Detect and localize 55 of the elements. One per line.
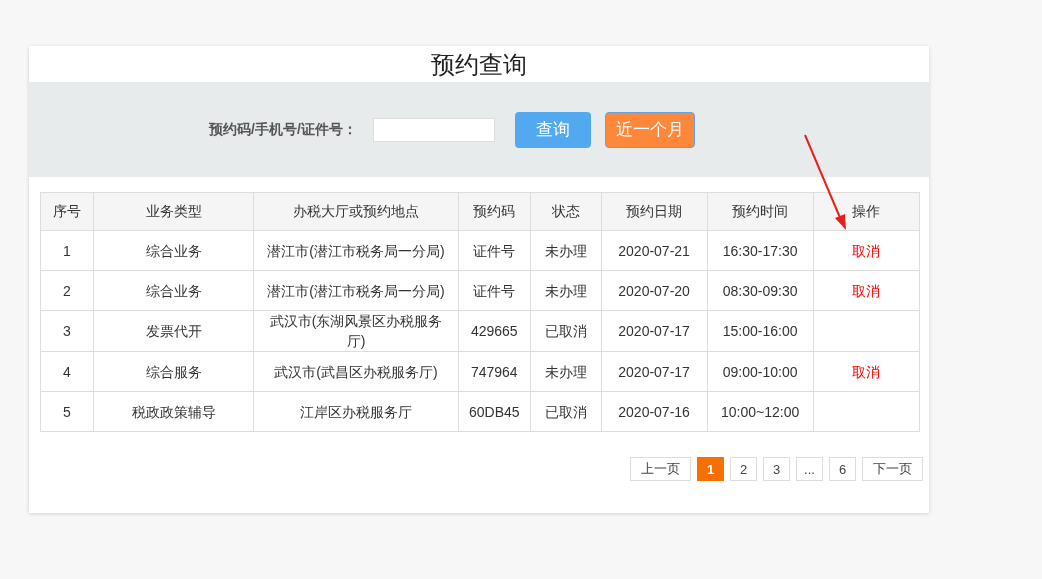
table-cell: 综合业务 xyxy=(93,270,254,311)
table-cell: 发票代开 xyxy=(93,310,254,352)
column-header: 操作 xyxy=(813,192,920,231)
table-cell: 08:30-09:30 xyxy=(707,270,814,311)
table-cell: 证件号 xyxy=(458,270,531,311)
column-header: 办税大厅或预约地点 xyxy=(253,192,459,231)
next-page-button[interactable]: 下一页 xyxy=(862,457,923,481)
column-header: 状态 xyxy=(530,192,602,231)
table-cell: 综合业务 xyxy=(93,230,254,271)
page-button[interactable]: 2 xyxy=(730,457,757,481)
table-cell: 潜江市(潜江市税务局一分局) xyxy=(253,270,459,311)
search-label: 预约码/手机号/证件号： xyxy=(209,120,357,139)
table-cell: 60DB45 xyxy=(458,391,531,432)
page-button[interactable]: ... xyxy=(796,457,823,481)
table-cell: 5 xyxy=(40,391,94,432)
search-field[interactable] xyxy=(372,117,495,142)
cancel-link[interactable]: 取消 xyxy=(852,242,881,259)
table-cell: 09:00-10:00 xyxy=(707,351,814,392)
table-cell: 未办理 xyxy=(530,230,602,271)
table-cell: 未办理 xyxy=(530,270,602,311)
table-cell: 已取消 xyxy=(530,310,602,352)
table-cell: 税政政策辅导 xyxy=(93,391,254,432)
table-cell: 未办理 xyxy=(530,351,602,392)
table-cell: 2 xyxy=(40,270,94,311)
table-cell: 已取消 xyxy=(530,391,602,432)
table-cell: 2020-07-17 xyxy=(601,310,708,352)
table-cell: 16:30-17:30 xyxy=(707,230,814,271)
page-button[interactable]: 6 xyxy=(829,457,856,481)
table-cell: 3 xyxy=(40,310,94,352)
column-header: 预约时间 xyxy=(707,192,814,231)
column-header: 序号 xyxy=(40,192,94,231)
table-cell: 证件号 xyxy=(458,230,531,271)
table-cell: 2020-07-17 xyxy=(601,351,708,392)
table-cell: 1 xyxy=(40,230,94,271)
table-cell: 10:00~12:00 xyxy=(707,391,814,432)
table-cell: 429665 xyxy=(458,310,531,352)
column-header: 预约码 xyxy=(458,192,531,231)
page-title: 预约查询 xyxy=(430,50,528,80)
table-cell: 综合服务 xyxy=(93,351,254,392)
table-cell: 潜江市(潜江市税务局一分局) xyxy=(253,230,459,271)
table-cell: 武汉市(东湖风景区办税服务厅) xyxy=(253,310,459,352)
table-cell: 江岸区办税服务厅 xyxy=(253,391,459,432)
table-cell: 2020-07-21 xyxy=(601,230,708,271)
cancel-link[interactable]: 取消 xyxy=(852,282,881,299)
table-cell: 747964 xyxy=(458,351,531,392)
table-cell: 武汉市(武昌区办税服务厅) xyxy=(253,351,459,392)
table-cell: 4 xyxy=(40,351,94,392)
column-header: 业务类型 xyxy=(93,192,254,231)
table-cell: 15:00-16:00 xyxy=(707,310,814,352)
column-header: 预约日期 xyxy=(601,192,708,231)
cancel-link[interactable]: 取消 xyxy=(852,363,881,380)
page-button[interactable]: 3 xyxy=(763,457,790,481)
previous-page-button[interactable]: 上一页 xyxy=(630,457,691,481)
table-cell: 2020-07-20 xyxy=(601,270,708,311)
table-cell: 2020-07-16 xyxy=(601,391,708,432)
